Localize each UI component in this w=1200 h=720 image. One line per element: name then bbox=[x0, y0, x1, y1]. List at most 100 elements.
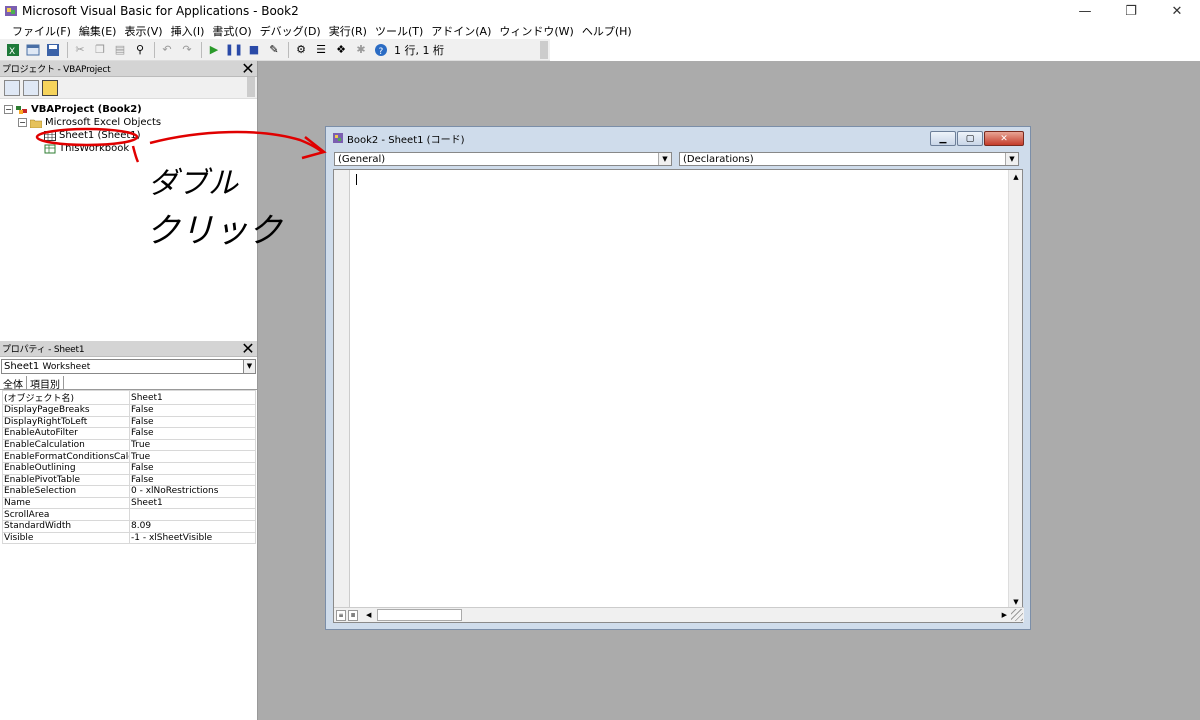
menu-file[interactable]: ファイル(F) bbox=[8, 23, 75, 39]
property-value[interactable]: False bbox=[129, 473, 256, 487]
vertical-scrollbar[interactable]: ▲ ▼ bbox=[1008, 170, 1022, 609]
menu-format[interactable]: 書式(O) bbox=[208, 23, 255, 39]
property-value[interactable]: -1 - xlSheetVisible bbox=[129, 531, 256, 545]
horizontal-scrollbar-thumb[interactable] bbox=[377, 609, 463, 621]
project-pane-scroll[interactable] bbox=[247, 77, 255, 97]
table-row[interactable]: ScrollArea bbox=[2, 508, 256, 521]
property-value[interactable]: 0 - xlNoRestrictions bbox=[129, 485, 256, 498]
find-icon[interactable]: ⚲ bbox=[131, 41, 149, 59]
resize-grip-icon[interactable] bbox=[1011, 609, 1023, 621]
tab-alphabetic[interactable]: 全体 bbox=[0, 376, 27, 391]
close-icon[interactable]: ✕ bbox=[1154, 0, 1200, 22]
restore-icon[interactable]: ❐ bbox=[1108, 0, 1154, 22]
insert-userform-icon[interactable] bbox=[24, 41, 42, 59]
code-margin-indicator-bar[interactable] bbox=[334, 170, 350, 609]
procedure-combo[interactable]: (Declarations) ▼ bbox=[679, 152, 1019, 166]
menu-window[interactable]: ウィンドウ(W) bbox=[495, 23, 577, 39]
table-row[interactable]: EnablePivotTable False bbox=[2, 473, 256, 487]
scroll-right-icon[interactable]: ▶ bbox=[1002, 611, 1007, 619]
chevron-down-icon[interactable]: ▼ bbox=[243, 360, 255, 373]
table-row[interactable]: DisplayRightToLeft False bbox=[2, 415, 256, 429]
tree-node-folder[interactable]: − Microsoft Excel Objects bbox=[4, 116, 257, 129]
help-icon[interactable]: ? bbox=[372, 41, 390, 59]
properties-window-icon[interactable]: ☰ bbox=[312, 41, 330, 59]
tab-categorized[interactable]: 項目別 bbox=[27, 376, 64, 391]
tree-node-sheet1[interactable]: Sheet1 (Sheet1) bbox=[4, 129, 257, 142]
collapse-icon[interactable]: − bbox=[4, 105, 13, 114]
close-icon[interactable]: ✕ bbox=[984, 131, 1024, 146]
close-icon[interactable]: ✕ bbox=[241, 339, 255, 358]
redo-icon[interactable]: ↷ bbox=[178, 41, 196, 59]
table-row[interactable]: StandardWidth 8.09 bbox=[2, 519, 256, 533]
cursor-position: 1 行, 1 桁 bbox=[394, 43, 444, 57]
paste-icon[interactable]: ▤ bbox=[111, 41, 129, 59]
property-value[interactable]: True bbox=[129, 438, 256, 452]
property-value[interactable]: 8.09 bbox=[129, 519, 256, 533]
reset-icon[interactable]: ■ bbox=[245, 41, 263, 59]
minimize-icon[interactable]: — bbox=[1062, 0, 1108, 22]
code-window-titlebar[interactable]: Book2 - Sheet1 (コード) ▁ ▢ ✕ bbox=[326, 127, 1030, 149]
property-value[interactable]: False bbox=[129, 415, 256, 429]
table-row[interactable]: Name Sheet1 bbox=[2, 496, 256, 510]
object-selector[interactable]: Sheet1 Worksheet ▼ bbox=[1, 359, 256, 374]
chevron-down-icon[interactable]: ▼ bbox=[1005, 153, 1018, 165]
close-icon[interactable]: ✕ bbox=[241, 59, 255, 78]
object-name: Sheet1 bbox=[4, 361, 40, 372]
property-value[interactable] bbox=[129, 508, 256, 521]
property-key: StandardWidth bbox=[2, 519, 130, 533]
view-code-icon[interactable] bbox=[4, 79, 20, 96]
procedure-view-icon[interactable]: ≡ bbox=[336, 609, 346, 621]
table-row[interactable]: EnableCalculation True bbox=[2, 438, 256, 452]
design-mode-icon[interactable]: ✎ bbox=[265, 41, 283, 59]
property-value[interactable]: True bbox=[129, 450, 256, 463]
full-module-view-icon[interactable]: ≣ bbox=[348, 609, 358, 621]
toolbox-icon[interactable]: ✱ bbox=[352, 41, 370, 59]
table-row[interactable]: EnableSelection 0 - xlNoRestrictions bbox=[2, 485, 256, 498]
table-row[interactable]: EnableOutlining False bbox=[2, 461, 256, 475]
table-row[interactable]: Visible -1 - xlSheetVisible bbox=[2, 531, 256, 545]
cut-icon[interactable]: ✂ bbox=[71, 41, 89, 59]
project-explorer-icon[interactable]: ⚙ bbox=[292, 41, 310, 59]
toggle-folders-icon[interactable] bbox=[42, 79, 58, 96]
property-value[interactable]: False bbox=[129, 461, 256, 475]
property-value[interactable]: False bbox=[129, 427, 256, 440]
property-value[interactable]: Sheet1 bbox=[129, 390, 256, 405]
save-icon[interactable] bbox=[44, 41, 62, 59]
menu-edit[interactable]: 編集(E) bbox=[75, 23, 121, 39]
menu-addins[interactable]: アドイン(A) bbox=[427, 23, 495, 39]
maximize-icon[interactable]: ▢ bbox=[957, 131, 983, 146]
property-value[interactable]: Sheet1 bbox=[129, 496, 256, 510]
minimize-icon[interactable]: ▁ bbox=[930, 131, 956, 146]
tree-node-thisworkbook[interactable]: ThisWorkbook bbox=[4, 142, 257, 155]
menu-help[interactable]: ヘルプ(H) bbox=[578, 23, 636, 39]
collapse-icon[interactable]: − bbox=[18, 118, 27, 127]
code-editor[interactable]: ▲ ▼ ≡ ≣ ◀ ▶ bbox=[333, 169, 1024, 623]
object-combo[interactable]: (General) ▼ bbox=[334, 152, 672, 166]
tree-node-project[interactable]: − VBAProject (Book2) bbox=[4, 103, 257, 116]
code-window: Book2 - Sheet1 (コード) ▁ ▢ ✕ (General) ▼ (… bbox=[325, 126, 1031, 630]
object-browser-icon[interactable]: ❖ bbox=[332, 41, 350, 59]
menu-insert[interactable]: 挿入(I) bbox=[167, 23, 209, 39]
table-row[interactable]: EnableFormatConditionsCalcu True bbox=[2, 450, 256, 463]
scroll-up-icon[interactable]: ▲ bbox=[1009, 170, 1023, 184]
menu-view[interactable]: 表示(V) bbox=[120, 23, 166, 39]
menu-run[interactable]: 実行(R) bbox=[325, 23, 371, 39]
table-row[interactable]: (オブジェクト名) Sheet1 bbox=[2, 390, 256, 405]
table-row[interactable]: EnableAutoFilter False bbox=[2, 427, 256, 440]
copy-icon[interactable]: ❐ bbox=[91, 41, 109, 59]
table-row[interactable]: DisplayPageBreaks False bbox=[2, 404, 256, 417]
excel-icon[interactable]: X bbox=[4, 41, 22, 59]
undo-icon[interactable]: ↶ bbox=[158, 41, 176, 59]
annotation-text-click: クリック bbox=[146, 211, 282, 251]
menu-debug[interactable]: デバッグ(D) bbox=[256, 23, 325, 39]
property-value[interactable]: False bbox=[129, 404, 256, 417]
scroll-left-icon[interactable]: ◀ bbox=[366, 611, 371, 619]
menu-tools[interactable]: ツール(T) bbox=[371, 23, 427, 39]
break-icon[interactable]: ❚❚ bbox=[225, 41, 243, 59]
chevron-down-icon[interactable]: ▼ bbox=[658, 153, 671, 165]
run-icon[interactable]: ▶ bbox=[205, 41, 223, 59]
code-text[interactable] bbox=[356, 174, 357, 188]
view-object-icon[interactable] bbox=[23, 79, 39, 96]
toolbar-overflow-grip[interactable] bbox=[540, 41, 548, 59]
properties-pane-title: プロパティ - Sheet1 bbox=[2, 345, 85, 355]
